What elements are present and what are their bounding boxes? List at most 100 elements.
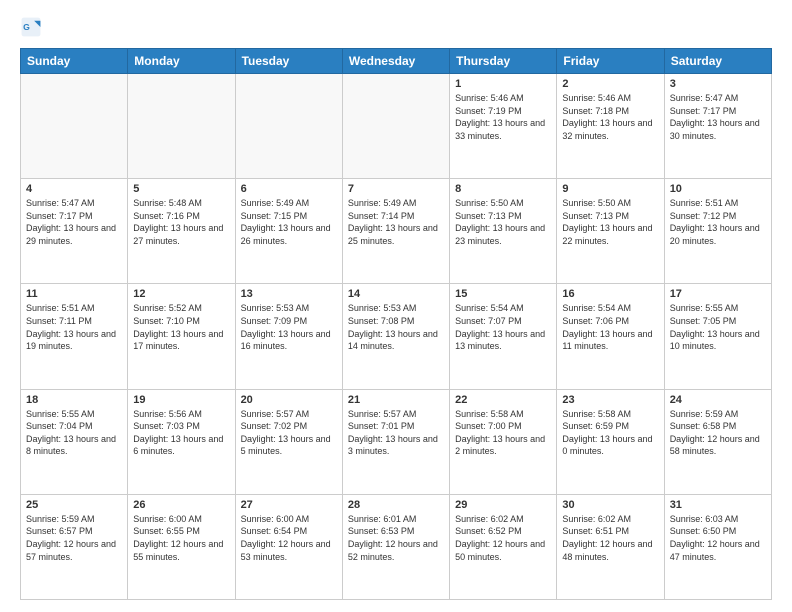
logo-icon: G xyxy=(20,16,42,38)
day-cell: 18 Sunrise: 5:55 AMSunset: 7:04 PMDaylig… xyxy=(21,389,128,494)
weekday-header-tuesday: Tuesday xyxy=(235,49,342,74)
day-info: Sunrise: 5:54 AMSunset: 7:06 PMDaylight:… xyxy=(562,302,658,352)
day-cell xyxy=(128,74,235,179)
day-cell: 21 Sunrise: 5:57 AMSunset: 7:01 PMDaylig… xyxy=(342,389,449,494)
day-cell: 12 Sunrise: 5:52 AMSunset: 7:10 PMDaylig… xyxy=(128,284,235,389)
day-number: 11 xyxy=(26,288,122,300)
day-info: Sunrise: 5:56 AMSunset: 7:03 PMDaylight:… xyxy=(133,408,229,458)
day-cell: 4 Sunrise: 5:47 AMSunset: 7:17 PMDayligh… xyxy=(21,179,128,284)
week-row-0: 1 Sunrise: 5:46 AMSunset: 7:19 PMDayligh… xyxy=(21,74,772,179)
day-info: Sunrise: 5:58 AMSunset: 6:59 PMDaylight:… xyxy=(562,408,658,458)
page: G SundayMondayTuesdayWednesdayThursdayFr… xyxy=(0,0,792,612)
day-info: Sunrise: 6:00 AMSunset: 6:55 PMDaylight:… xyxy=(133,513,229,563)
day-cell: 6 Sunrise: 5:49 AMSunset: 7:15 PMDayligh… xyxy=(235,179,342,284)
day-cell: 10 Sunrise: 5:51 AMSunset: 7:12 PMDaylig… xyxy=(664,179,771,284)
day-number: 7 xyxy=(348,183,444,195)
day-info: Sunrise: 5:53 AMSunset: 7:09 PMDaylight:… xyxy=(241,302,337,352)
day-info: Sunrise: 6:02 AMSunset: 6:52 PMDaylight:… xyxy=(455,513,551,563)
day-number: 6 xyxy=(241,183,337,195)
day-info: Sunrise: 5:50 AMSunset: 7:13 PMDaylight:… xyxy=(562,197,658,247)
day-info: Sunrise: 6:01 AMSunset: 6:53 PMDaylight:… xyxy=(348,513,444,563)
day-info: Sunrise: 5:49 AMSunset: 7:14 PMDaylight:… xyxy=(348,197,444,247)
day-info: Sunrise: 6:02 AMSunset: 6:51 PMDaylight:… xyxy=(562,513,658,563)
day-number: 10 xyxy=(670,183,766,195)
day-cell xyxy=(342,74,449,179)
day-cell xyxy=(235,74,342,179)
day-number: 14 xyxy=(348,288,444,300)
day-info: Sunrise: 5:47 AMSunset: 7:17 PMDaylight:… xyxy=(26,197,122,247)
day-cell: 25 Sunrise: 5:59 AMSunset: 6:57 PMDaylig… xyxy=(21,494,128,599)
day-info: Sunrise: 5:50 AMSunset: 7:13 PMDaylight:… xyxy=(455,197,551,247)
day-number: 1 xyxy=(455,78,551,90)
day-info: Sunrise: 5:51 AMSunset: 7:12 PMDaylight:… xyxy=(670,197,766,247)
day-number: 19 xyxy=(133,394,229,406)
week-row-1: 4 Sunrise: 5:47 AMSunset: 7:17 PMDayligh… xyxy=(21,179,772,284)
day-number: 5 xyxy=(133,183,229,195)
weekday-header-wednesday: Wednesday xyxy=(342,49,449,74)
day-cell xyxy=(21,74,128,179)
day-info: Sunrise: 5:57 AMSunset: 7:01 PMDaylight:… xyxy=(348,408,444,458)
day-cell: 26 Sunrise: 6:00 AMSunset: 6:55 PMDaylig… xyxy=(128,494,235,599)
day-number: 17 xyxy=(670,288,766,300)
header: G xyxy=(20,16,772,38)
week-row-4: 25 Sunrise: 5:59 AMSunset: 6:57 PMDaylig… xyxy=(21,494,772,599)
day-cell: 2 Sunrise: 5:46 AMSunset: 7:18 PMDayligh… xyxy=(557,74,664,179)
day-number: 2 xyxy=(562,78,658,90)
day-cell: 24 Sunrise: 5:59 AMSunset: 6:58 PMDaylig… xyxy=(664,389,771,494)
day-info: Sunrise: 5:52 AMSunset: 7:10 PMDaylight:… xyxy=(133,302,229,352)
day-cell: 13 Sunrise: 5:53 AMSunset: 7:09 PMDaylig… xyxy=(235,284,342,389)
day-info: Sunrise: 5:51 AMSunset: 7:11 PMDaylight:… xyxy=(26,302,122,352)
day-cell: 11 Sunrise: 5:51 AMSunset: 7:11 PMDaylig… xyxy=(21,284,128,389)
day-number: 25 xyxy=(26,499,122,511)
day-number: 27 xyxy=(241,499,337,511)
calendar: SundayMondayTuesdayWednesdayThursdayFrid… xyxy=(20,48,772,600)
day-number: 4 xyxy=(26,183,122,195)
day-info: Sunrise: 5:55 AMSunset: 7:05 PMDaylight:… xyxy=(670,302,766,352)
day-number: 8 xyxy=(455,183,551,195)
day-number: 13 xyxy=(241,288,337,300)
day-info: Sunrise: 5:57 AMSunset: 7:02 PMDaylight:… xyxy=(241,408,337,458)
day-info: Sunrise: 5:47 AMSunset: 7:17 PMDaylight:… xyxy=(670,92,766,142)
day-info: Sunrise: 5:53 AMSunset: 7:08 PMDaylight:… xyxy=(348,302,444,352)
day-number: 21 xyxy=(348,394,444,406)
weekday-header-friday: Friday xyxy=(557,49,664,74)
week-row-2: 11 Sunrise: 5:51 AMSunset: 7:11 PMDaylig… xyxy=(21,284,772,389)
day-cell: 16 Sunrise: 5:54 AMSunset: 7:06 PMDaylig… xyxy=(557,284,664,389)
day-number: 16 xyxy=(562,288,658,300)
weekday-header-sunday: Sunday xyxy=(21,49,128,74)
day-cell: 5 Sunrise: 5:48 AMSunset: 7:16 PMDayligh… xyxy=(128,179,235,284)
day-cell: 17 Sunrise: 5:55 AMSunset: 7:05 PMDaylig… xyxy=(664,284,771,389)
day-number: 29 xyxy=(455,499,551,511)
day-number: 18 xyxy=(26,394,122,406)
day-number: 9 xyxy=(562,183,658,195)
day-number: 12 xyxy=(133,288,229,300)
day-info: Sunrise: 5:46 AMSunset: 7:19 PMDaylight:… xyxy=(455,92,551,142)
day-info: Sunrise: 5:46 AMSunset: 7:18 PMDaylight:… xyxy=(562,92,658,142)
day-number: 30 xyxy=(562,499,658,511)
day-cell: 20 Sunrise: 5:57 AMSunset: 7:02 PMDaylig… xyxy=(235,389,342,494)
day-info: Sunrise: 6:03 AMSunset: 6:50 PMDaylight:… xyxy=(670,513,766,563)
day-number: 15 xyxy=(455,288,551,300)
weekday-header-thursday: Thursday xyxy=(450,49,557,74)
day-number: 22 xyxy=(455,394,551,406)
day-number: 24 xyxy=(670,394,766,406)
day-cell: 8 Sunrise: 5:50 AMSunset: 7:13 PMDayligh… xyxy=(450,179,557,284)
day-cell: 7 Sunrise: 5:49 AMSunset: 7:14 PMDayligh… xyxy=(342,179,449,284)
day-cell: 31 Sunrise: 6:03 AMSunset: 6:50 PMDaylig… xyxy=(664,494,771,599)
day-info: Sunrise: 5:59 AMSunset: 6:57 PMDaylight:… xyxy=(26,513,122,563)
day-number: 20 xyxy=(241,394,337,406)
weekday-header-monday: Monday xyxy=(128,49,235,74)
weekday-header-saturday: Saturday xyxy=(664,49,771,74)
logo: G xyxy=(20,16,46,38)
day-info: Sunrise: 6:00 AMSunset: 6:54 PMDaylight:… xyxy=(241,513,337,563)
day-cell: 28 Sunrise: 6:01 AMSunset: 6:53 PMDaylig… xyxy=(342,494,449,599)
day-cell: 9 Sunrise: 5:50 AMSunset: 7:13 PMDayligh… xyxy=(557,179,664,284)
day-cell: 30 Sunrise: 6:02 AMSunset: 6:51 PMDaylig… xyxy=(557,494,664,599)
day-number: 28 xyxy=(348,499,444,511)
day-number: 26 xyxy=(133,499,229,511)
week-row-3: 18 Sunrise: 5:55 AMSunset: 7:04 PMDaylig… xyxy=(21,389,772,494)
day-info: Sunrise: 5:49 AMSunset: 7:15 PMDaylight:… xyxy=(241,197,337,247)
svg-text:G: G xyxy=(23,22,30,32)
day-info: Sunrise: 5:54 AMSunset: 7:07 PMDaylight:… xyxy=(455,302,551,352)
day-cell: 19 Sunrise: 5:56 AMSunset: 7:03 PMDaylig… xyxy=(128,389,235,494)
